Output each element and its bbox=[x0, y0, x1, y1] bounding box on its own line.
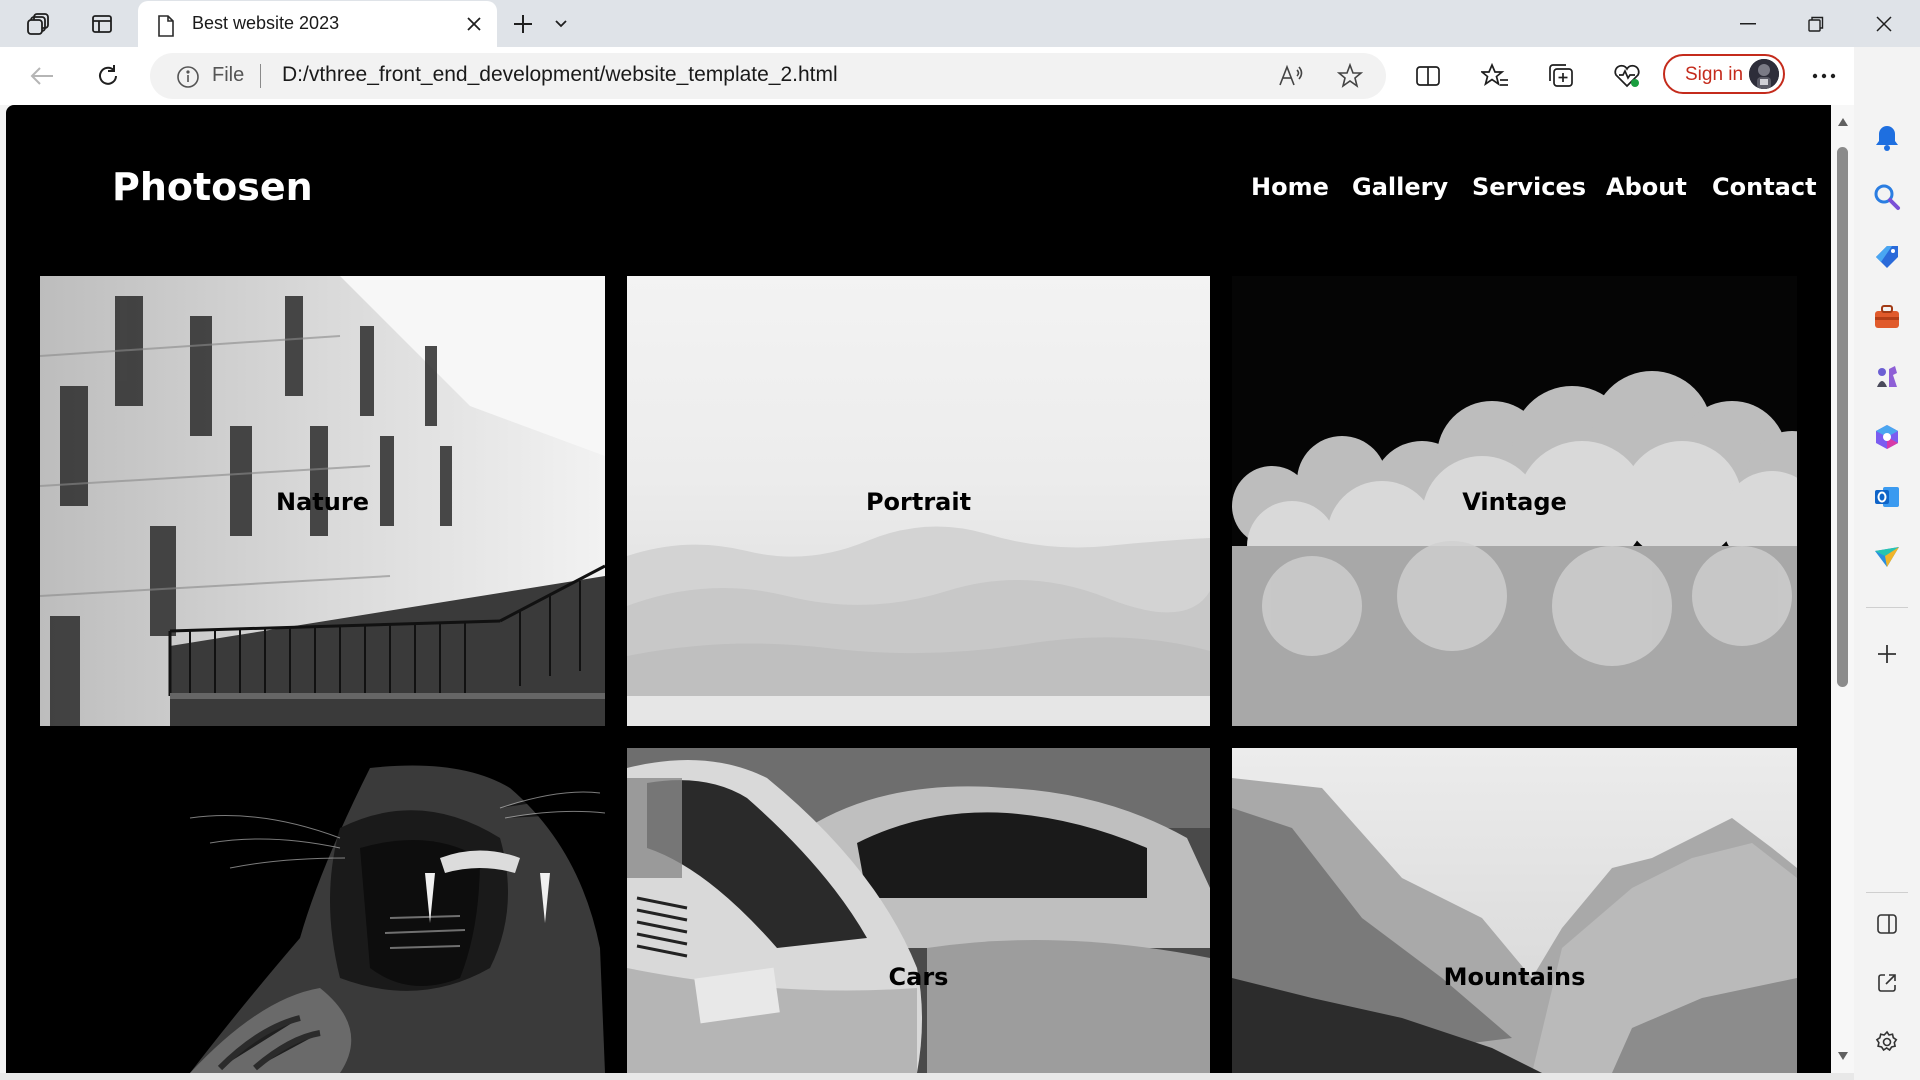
sidebar-divider bbox=[1866, 607, 1908, 608]
more-options-icon[interactable] bbox=[1806, 58, 1842, 94]
gallery-card-vintage[interactable]: Vintage bbox=[1232, 276, 1797, 726]
gallery-card-nature[interactable]: Nature bbox=[40, 276, 605, 726]
gallery-card-tiger[interactable] bbox=[40, 748, 605, 1073]
card-label: Mountains bbox=[1443, 963, 1586, 991]
web-page-viewport: Photosen Home Gallery Services About Con… bbox=[6, 105, 1831, 1073]
outlook-icon[interactable] bbox=[1870, 480, 1904, 514]
favorites-icon[interactable] bbox=[1477, 58, 1513, 94]
new-tab-icon[interactable] bbox=[505, 6, 541, 42]
avatar bbox=[1749, 59, 1779, 89]
vertical-tabs-icon[interactable] bbox=[84, 6, 120, 42]
read-aloud-icon[interactable] bbox=[1276, 61, 1306, 91]
drop-send-icon[interactable] bbox=[1870, 540, 1904, 574]
gallery-card-cars[interactable]: Cars bbox=[627, 748, 1210, 1073]
info-icon[interactable] bbox=[176, 65, 200, 89]
shopping-tag-icon[interactable] bbox=[1870, 240, 1904, 274]
sidebar-divider bbox=[1866, 892, 1908, 893]
mountains-photo bbox=[1232, 748, 1797, 1073]
tiger-roar-photo bbox=[40, 748, 605, 1073]
nav-link-about[interactable]: About bbox=[1606, 173, 1687, 201]
browser-essentials-icon[interactable] bbox=[1609, 58, 1645, 94]
vintage-cars-photo bbox=[627, 748, 1210, 1073]
tab-strip: Best website 2023 bbox=[0, 0, 1920, 47]
minimize-icon[interactable] bbox=[1718, 4, 1778, 44]
card-label: Vintage bbox=[1462, 488, 1567, 516]
notifications-bell-icon[interactable] bbox=[1870, 121, 1904, 155]
active-tab[interactable]: Best website 2023 bbox=[138, 1, 497, 47]
gallery-card-portrait[interactable]: Portrait bbox=[627, 276, 1210, 726]
nav-link-services[interactable]: Services bbox=[1472, 173, 1586, 201]
back-button[interactable] bbox=[22, 56, 62, 96]
close-window-icon[interactable] bbox=[1854, 4, 1914, 44]
card-label: Nature bbox=[276, 488, 369, 516]
search-icon[interactable] bbox=[1870, 180, 1904, 214]
collections-icon[interactable] bbox=[1543, 58, 1579, 94]
browser-toolbar: File D:/vthree_front_end_development/web… bbox=[0, 47, 1920, 105]
settings-gear-icon[interactable] bbox=[1870, 1025, 1904, 1059]
add-sidebar-app-icon[interactable] bbox=[1870, 637, 1904, 671]
card-label: Cars bbox=[888, 963, 949, 991]
nav-link-contact[interactable]: Contact bbox=[1712, 173, 1817, 201]
scrollbar-thumb[interactable] bbox=[1837, 147, 1848, 687]
microsoft-365-icon[interactable] bbox=[1870, 420, 1904, 454]
tools-briefcase-icon[interactable] bbox=[1870, 300, 1904, 334]
workspaces-icon[interactable] bbox=[20, 6, 56, 42]
scroll-down-icon[interactable] bbox=[1837, 1051, 1849, 1061]
sign-in-button[interactable]: Sign in bbox=[1663, 54, 1785, 94]
tab-title: Best website 2023 bbox=[192, 13, 340, 33]
gallery-card-mountains[interactable]: Mountains bbox=[1232, 748, 1797, 1073]
tab-actions-chevron-down-icon[interactable] bbox=[543, 6, 579, 42]
scroll-up-icon[interactable] bbox=[1837, 117, 1849, 127]
open-external-icon[interactable] bbox=[1870, 966, 1904, 1000]
nav-link-gallery[interactable]: Gallery bbox=[1352, 173, 1448, 201]
sign-in-label: Sign in bbox=[1685, 64, 1744, 85]
site-navigation: Home Gallery Services About Contact bbox=[6, 173, 1831, 213]
edge-sidebar bbox=[1854, 47, 1920, 1080]
restore-icon[interactable] bbox=[1786, 4, 1846, 44]
nav-link-home[interactable]: Home bbox=[1251, 173, 1329, 201]
window-bottom-edge bbox=[0, 1073, 1854, 1080]
page-scrollbar[interactable] bbox=[1831, 105, 1854, 1073]
games-chess-icon[interactable] bbox=[1870, 360, 1904, 394]
favorite-star-icon[interactable] bbox=[1335, 61, 1365, 91]
address-divider bbox=[260, 64, 261, 88]
address-scheme: File bbox=[212, 64, 245, 86]
close-tab-icon[interactable] bbox=[461, 11, 487, 37]
split-screen-icon[interactable] bbox=[1410, 58, 1446, 94]
refresh-button[interactable] bbox=[88, 56, 128, 96]
card-label: Portrait bbox=[865, 488, 972, 516]
address-bar[interactable]: File D:/vthree_front_end_development/web… bbox=[150, 53, 1386, 99]
address-url[interactable]: D:/vthree_front_end_development/website_… bbox=[282, 63, 838, 87]
page-icon bbox=[156, 14, 176, 38]
sidebar-panel-icon[interactable] bbox=[1870, 907, 1904, 941]
